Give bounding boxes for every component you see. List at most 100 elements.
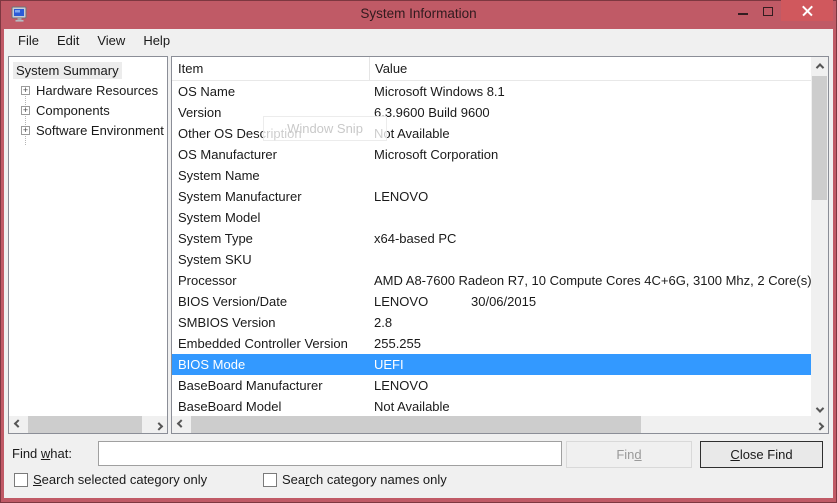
menu-item-view[interactable]: View [88,30,134,51]
row-item-cell: SMBIOS Version [172,315,369,330]
table-row[interactable]: System ManufacturerLENOVO [172,186,811,207]
vertical-scrollbar[interactable] [811,57,828,418]
row-value-cell: Microsoft Windows 8.1 [369,84,811,99]
scroll-right-button[interactable] [811,416,828,433]
row-value-cell: UEFI [369,357,811,372]
tree-item[interactable]: +Software Environment [9,120,167,140]
chevron-down-icon [815,404,823,412]
table-row[interactable]: BaseBoard ModelNot Available [172,396,811,417]
maximize-icon [763,7,773,16]
expand-plus-icon[interactable]: + [21,106,30,115]
chevron-right-icon [154,422,162,430]
scroll-up-button[interactable] [811,57,828,74]
find-what-label: Find what: [12,446,72,461]
minimize-button[interactable] [731,0,755,21]
table-row[interactable]: System Name [172,165,811,186]
menu-item-file[interactable]: File [9,30,48,51]
menu-item-edit[interactable]: Edit [48,30,88,51]
row-item-cell: BaseBoard Manufacturer [172,378,369,393]
row-item-cell: System Name [172,168,369,183]
table-row[interactable]: BIOS ModeUEFI [172,354,811,375]
category-tree: System Summary+Hardware Resources+Compon… [9,60,167,140]
row-item-cell: System Model [172,210,369,225]
client-area: FileEditViewHelp System Summary+Hardware… [4,29,833,498]
row-item-cell: OS Name [172,84,369,99]
tree-item-label: Hardware Resources [33,82,161,99]
chevron-left-icon [13,419,21,427]
close-find-button[interactable]: Close Find [700,441,823,468]
chevron-up-icon [815,63,823,71]
tree-horizontal-scrollbar[interactable] [9,416,167,433]
scrollbar-track[interactable] [189,416,811,433]
tree-item-label: System Summary [13,62,122,79]
chevron-right-icon [815,422,823,430]
row-value-cell: LENOVO [369,378,811,393]
scrollbar-thumb[interactable] [812,76,827,200]
menu-item-help[interactable]: Help [134,30,179,51]
column-header-item[interactable]: Item [172,57,369,80]
checkbox-label: Search selected category only [33,472,207,487]
row-value-cell: x64-based PC [369,231,811,246]
search-category-names-checkbox[interactable]: Search category names only [263,472,447,487]
table-row[interactable]: SMBIOS Version2.8 [172,312,811,333]
table-row[interactable]: OS NameMicrosoft Windows 8.1 [172,81,811,102]
table-row[interactable]: ProcessorAMD A8-7600 Radeon R7, 10 Compu… [172,270,811,291]
table-row[interactable]: System Model [172,207,811,228]
scroll-left-button[interactable] [9,416,26,433]
maximize-button[interactable] [756,0,780,21]
category-tree-pane: System Summary+Hardware Resources+Compon… [8,56,168,434]
list-header: Item Value [172,57,811,81]
table-row[interactable]: BaseBoard ManufacturerLENOVO [172,375,811,396]
row-value-cell: LENOVO [369,189,811,204]
tree-item-label: Components [33,102,113,119]
row-value-cell: 6.3.9600 Build 9600 [369,105,811,120]
minimize-icon [738,13,748,15]
system-information-window: System Information FileEditViewHelp Syst… [0,0,837,503]
row-item-cell: System Manufacturer [172,189,369,204]
row-value-cell: 2.8 [369,315,811,330]
row-item-cell: OS Manufacturer [172,147,369,162]
scrollbar-thumb[interactable] [28,416,142,433]
checkbox-icon[interactable] [263,473,277,487]
table-horizontal-scrollbar[interactable] [172,416,828,433]
tree-item[interactable]: +Components [9,100,167,120]
details-pane: Item Value OS NameMicrosoft Windows 8.1V… [171,56,829,434]
find-button[interactable]: Find [566,441,692,468]
close-button[interactable] [781,0,833,21]
column-header-value[interactable]: Value [369,57,811,80]
checkbox-label: Search category names only [282,472,447,487]
scroll-left-button[interactable] [172,416,189,433]
row-item-cell: BIOS Mode [172,357,369,372]
checkbox-icon[interactable] [14,473,28,487]
row-value-cell: Microsoft Corporation [369,147,811,162]
table-row[interactable]: System SKU [172,249,811,270]
scrollbar-track[interactable] [26,416,150,433]
row-value-cell: Not Available [369,126,811,141]
expand-plus-icon[interactable]: + [21,126,30,135]
tree-item[interactable]: System Summary [9,60,167,80]
table-row[interactable]: System Typex64-based PC [172,228,811,249]
table-row[interactable]: OS ManufacturerMicrosoft Corporation [172,144,811,165]
row-item-cell: BIOS Version/Date [172,294,369,309]
row-value-cell: AMD A8-7600 Radeon R7, 10 Compute Cores … [369,273,811,288]
tree-item[interactable]: +Hardware Resources [9,80,167,100]
scrollbar-thumb[interactable] [191,416,641,433]
close-icon [802,5,813,16]
chevron-left-icon [176,419,184,427]
row-value-cell: Not Available [369,399,811,414]
expand-plus-icon[interactable]: + [21,86,30,95]
title-bar[interactable]: System Information [0,0,837,29]
find-input[interactable] [98,441,562,466]
snip-tooltip: Window Snip [263,116,387,141]
search-selected-category-checkbox[interactable]: Search selected category only [14,472,207,487]
row-item-cell: BaseBoard Model [172,399,369,414]
row-item-cell: System Type [172,231,369,246]
menu-bar: FileEditViewHelp [4,29,833,52]
table-row[interactable]: BIOS Version/DateLENOVO30/06/2015 [172,291,811,312]
row-item-cell: Embedded Controller Version [172,336,369,351]
row-item-cell: System SKU [172,252,369,267]
row-value-cell: 255.255 [369,336,811,351]
tree-item-label: Software Environment [33,122,167,139]
table-row[interactable]: Embedded Controller Version255.255 [172,333,811,354]
scroll-right-button[interactable] [150,416,167,433]
